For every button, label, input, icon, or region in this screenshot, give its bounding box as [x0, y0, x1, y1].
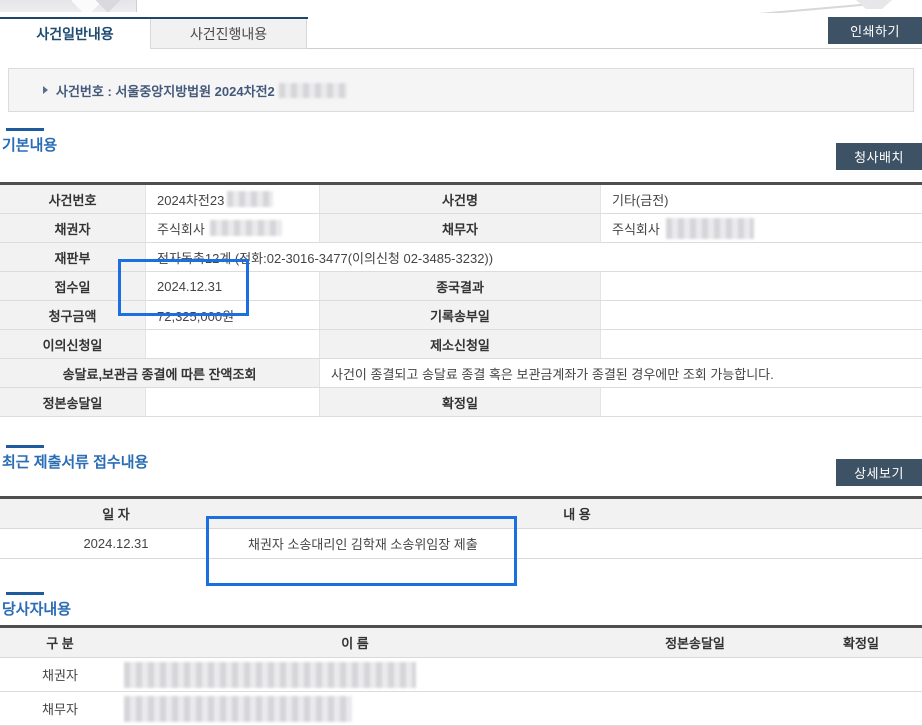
- record-send-date-value: [601, 301, 921, 329]
- section-accent-dash: [6, 445, 44, 448]
- date-header: 일 자: [0, 499, 232, 528]
- party-type: 채권자: [0, 658, 120, 691]
- recent-documents-section-title: 최근 제출서류 접수내용: [2, 451, 148, 472]
- party-confirm-date-header: 확정일: [800, 628, 922, 657]
- redacted-blur: [279, 83, 347, 98]
- creditor-value-text: 주식회사: [157, 219, 205, 238]
- creditor-label: 채권자: [0, 214, 146, 242]
- courthouse-map-button[interactable]: 청사배치: [836, 143, 922, 170]
- redacted-blur: [666, 218, 754, 239]
- case-number-label: 사건번호: [0, 185, 146, 213]
- final-result-label: 종국결과: [319, 272, 601, 300]
- balance-inquiry-value: 사건이 종결되고 송달료 종결 혹은 보관금계좌가 종결된 경우에만 조회 가능…: [320, 359, 922, 387]
- original-service-date-label: 정본송달일: [0, 388, 146, 416]
- debtor-label: 채무자: [319, 214, 601, 242]
- redacted-blur: [124, 662, 416, 688]
- court-division-value: 전자독촉12계 (전화:02-3016-3477(이의신청 02-3485-32…: [146, 243, 922, 271]
- section-accent-dash: [6, 128, 44, 131]
- creditor-value: 주식회사: [146, 214, 320, 242]
- annotation-box-recent-content: [206, 516, 517, 586]
- print-button[interactable]: 인쇄하기: [828, 17, 922, 44]
- tab-case-general-label: 사건일반내용: [36, 24, 113, 44]
- table-row: 이의신청일 제소신청일: [0, 330, 922, 359]
- case-number-bar: 사건번호 : 서울중앙지방법원 2024차전2: [8, 68, 914, 112]
- cutoff-banner-remnant: [0, 0, 137, 12]
- tab-trapezoid-shape: [856, 0, 892, 9]
- lawsuit-request-date-value: [601, 330, 921, 358]
- redacted-blur: [210, 220, 282, 236]
- parties-table: 구 분 이 름 정본송달일 확정일 채권자 채무자: [0, 625, 922, 726]
- party-service-date: [590, 692, 800, 725]
- case-name-label: 사건명: [319, 185, 601, 213]
- party-row: 채무자: [0, 692, 922, 726]
- bullet-arrow-icon: [43, 86, 48, 94]
- table-row: 정본송달일 확정일: [0, 388, 922, 417]
- case-number-value-text: 2024차전23: [157, 190, 224, 209]
- objection-date-label: 이의신청일: [0, 330, 146, 358]
- party-confirm-date: [800, 692, 922, 725]
- redacted-blur: [227, 191, 273, 207]
- tab-case-progress[interactable]: 사건진행내용: [150, 19, 307, 49]
- party-service-date-header: 정본송달일: [590, 628, 800, 657]
- view-details-button[interactable]: 상세보기: [836, 459, 922, 486]
- table-row: 송달료,보관금 종결에 따른 잔액조회 사건이 종결되고 송달료 종결 혹은 보…: [0, 359, 922, 388]
- party-service-date: [590, 658, 800, 691]
- section-accent-dash: [6, 592, 44, 595]
- party-row: 채권자: [0, 658, 922, 692]
- party-name: [120, 658, 590, 691]
- party-confirm-date: [800, 658, 922, 691]
- tab-case-progress-label: 사건진행내용: [190, 24, 267, 44]
- annotation-box-filing-date: [118, 259, 249, 316]
- debtor-value: 주식회사: [601, 214, 921, 242]
- confirmation-date-label: 확정일: [319, 388, 601, 416]
- lawsuit-request-date-label: 제소신청일: [319, 330, 601, 358]
- diagonal-line: [748, 4, 864, 13]
- balance-inquiry-label: 송달료,보관금 종결에 따른 잔액조회: [0, 359, 320, 387]
- parties-section-title: 당사자내용: [2, 598, 71, 619]
- final-result-value: [601, 272, 921, 300]
- party-type-header: 구 분: [0, 628, 120, 657]
- debtor-value-text: 주식회사: [612, 219, 660, 238]
- case-number-value: 2024차전23: [146, 185, 320, 213]
- party-name: [120, 692, 590, 725]
- original-service-date-value: [146, 388, 320, 416]
- case-name-value: 기타(금전): [601, 185, 921, 213]
- table-header-row: 구 분 이 름 정본송달일 확정일: [0, 628, 922, 658]
- tab-case-general[interactable]: 사건일반내용: [0, 19, 150, 49]
- recent-row-date: 2024.12.31: [0, 529, 232, 558]
- table-row: 채권자 주식회사 채무자 주식회사: [0, 214, 922, 243]
- record-send-date-label: 기록송부일: [319, 301, 601, 329]
- objection-date-value: [146, 330, 320, 358]
- redacted-blur: [124, 696, 352, 722]
- party-type: 채무자: [0, 692, 120, 725]
- basic-section-title: 기본내용: [2, 134, 57, 155]
- confirmation-date-value: [601, 388, 921, 416]
- party-name-header: 이 름: [120, 628, 590, 657]
- case-number-text: 사건번호 : 서울중앙지방법원 2024차전2: [56, 81, 275, 100]
- cutoff-tab-remnant: [748, 0, 922, 13]
- table-row: 사건번호 2024차전23 사건명 기타(금전): [0, 185, 922, 214]
